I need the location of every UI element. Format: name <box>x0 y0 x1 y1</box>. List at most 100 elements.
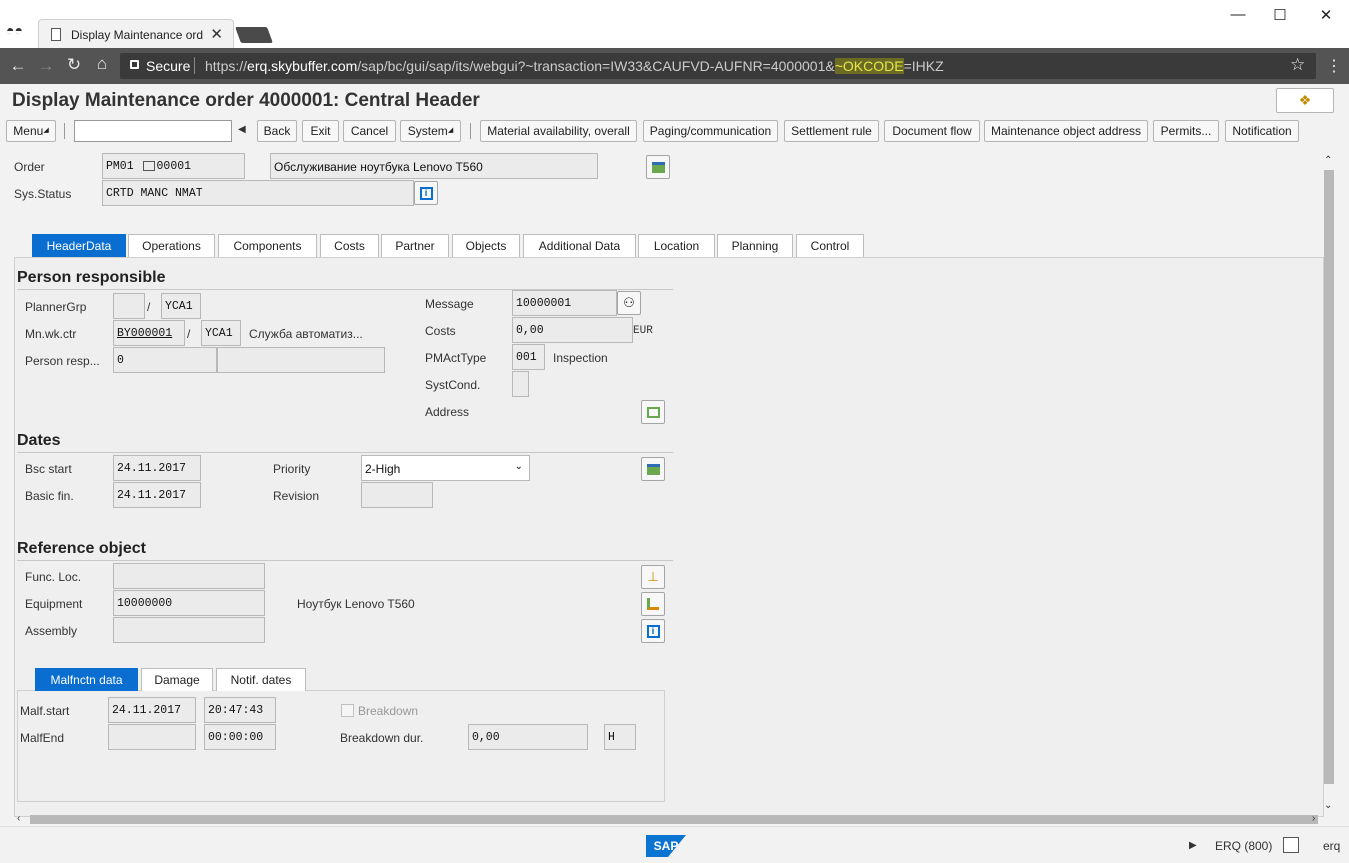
reference-object-title: Reference object <box>17 540 146 557</box>
system-info-icon[interactable] <box>1283 837 1299 853</box>
tab-damage[interactable]: Damage <box>141 668 213 691</box>
command-field[interactable] <box>74 120 232 142</box>
person-resp-name-field[interactable] <box>217 347 385 373</box>
cancel-button[interactable]: Cancel <box>343 120 396 142</box>
malf-end-date-field[interactable] <box>108 724 196 750</box>
server-name: erq <box>1323 839 1341 853</box>
tab-partner[interactable]: Partner <box>381 234 449 257</box>
tab-additional-data[interactable]: Additional Data <box>523 234 636 257</box>
paging-communication-button[interactable]: Paging/communication <box>643 120 778 142</box>
order-description[interactable]: Обслуживание ноутбука Lenovo T560 <box>270 153 598 179</box>
vertical-scrollbar[interactable] <box>1324 170 1334 784</box>
status-expand-icon[interactable]: ▶ <box>1189 840 1197 851</box>
back-arrow-icon[interactable]: ← <box>6 56 30 76</box>
material-availability-button[interactable]: Material availability, overall <box>480 120 637 142</box>
assembly-field[interactable] <box>113 617 265 643</box>
minimize-button[interactable]: — <box>1218 6 1258 26</box>
malf-start-time-field[interactable]: 20:47:43 <box>204 697 276 723</box>
breakdown-dur-field[interactable]: 0,00 <box>468 724 588 750</box>
breakdown-unit-field[interactable]: H <box>604 724 636 750</box>
scroll-right-icon[interactable]: › <box>1312 813 1315 824</box>
maintenance-object-address-button[interactable]: Maintenance object address <box>984 120 1148 142</box>
url-host: erq.skybuffer.com <box>247 58 358 74</box>
planner-plant-field[interactable]: YCA1 <box>161 293 201 319</box>
pmacttype-field[interactable]: 001 <box>512 344 545 370</box>
bsc-start-field[interactable]: 24.11.2017 <box>113 455 201 481</box>
scroll-up-icon[interactable]: ⌃ <box>1324 155 1332 166</box>
status-info-button[interactable]: i <box>414 181 438 205</box>
scroll-down-icon[interactable]: ⌄ <box>1324 800 1332 811</box>
mn-wk-ctr-description: Служба автоматиз... <box>249 327 363 341</box>
address-divider <box>194 57 195 74</box>
reload-icon[interactable]: ↻ <box>62 55 86 75</box>
new-tab-button[interactable] <box>235 27 273 43</box>
maximize-button[interactable]: ☐ <box>1260 6 1300 26</box>
basic-fin-field[interactable]: 24.11.2017 <box>113 482 201 508</box>
browser-tab[interactable]: Display Maintenance ord ✕ <box>38 19 234 48</box>
exit-button[interactable]: Exit <box>302 120 339 142</box>
mn-wk-ctr-field[interactable]: BY000001 <box>113 320 185 346</box>
help-icon: ❖ <box>1298 92 1312 108</box>
browser-menu-icon[interactable]: ⋮ <box>1326 56 1342 76</box>
equipment-field[interactable]: 10000000 <box>113 590 265 616</box>
priority-select[interactable]: 2-High ⌄ <box>361 455 530 481</box>
sys-status-field[interactable]: CRTD MANC NMAT <box>102 180 414 206</box>
home-icon[interactable]: ⌂ <box>90 54 114 74</box>
planner-grp-label: PlannerGrp <box>25 300 87 314</box>
tab-control[interactable]: Control <box>796 234 864 257</box>
help-button[interactable]: ❖ <box>1276 88 1334 113</box>
message-field[interactable]: 10000001 <box>512 290 617 316</box>
permits-button[interactable]: Permits... <box>1153 120 1219 142</box>
structure-button[interactable]: ⊥ <box>641 565 665 589</box>
tab-objects[interactable]: Objects <box>452 234 520 257</box>
forward-arrow-icon[interactable]: → <box>34 56 58 76</box>
section-rule <box>17 452 673 453</box>
malf-end-time-field[interactable]: 00:00:00 <box>204 724 276 750</box>
tab-close-icon[interactable]: ✕ <box>210 25 223 43</box>
tab-operations[interactable]: Operations <box>128 234 215 257</box>
notification-button[interactable]: Notification <box>1225 120 1299 142</box>
malf-start-date-field[interactable]: 24.11.2017 <box>108 697 196 723</box>
bookmark-star-icon[interactable]: ☆ <box>1290 55 1305 75</box>
func-loc-field[interactable] <box>113 563 265 589</box>
reference-info-button[interactable]: i <box>641 619 665 643</box>
tab-title: Display Maintenance ord <box>71 28 203 42</box>
menu-label: Menu <box>13 124 44 138</box>
revision-field[interactable] <box>361 482 433 508</box>
back-button[interactable]: Back <box>257 120 297 142</box>
tab-location[interactable]: Location <box>638 234 715 257</box>
systcond-field[interactable] <box>512 371 529 397</box>
person-responsible-title: Person responsible <box>17 269 166 286</box>
window-close-button[interactable]: ✕ <box>1306 6 1346 26</box>
tab-components[interactable]: Components <box>218 234 317 257</box>
tab-planning[interactable]: Planning <box>717 234 793 257</box>
copy-icon <box>142 160 155 171</box>
tab-costs[interactable]: Costs <box>320 234 379 257</box>
url-text[interactable]: https://erq.skybuffer.com/sap/bc/gui/sap… <box>205 58 944 74</box>
display-message-button[interactable]: ⚇ <box>617 291 641 315</box>
menu-button[interactable]: Menu◢ <box>6 120 56 142</box>
document-flow-button[interactable]: Document flow <box>884 120 980 142</box>
order-overview-button[interactable] <box>646 155 670 179</box>
settlement-rule-button[interactable]: Settlement rule <box>784 120 879 142</box>
tab-notif-dates[interactable]: Notif. dates <box>216 668 306 691</box>
assembly-label: Assembly <box>25 624 78 638</box>
command-arrow-icon[interactable]: ◀ <box>238 124 246 135</box>
person-resp-field[interactable]: 0 <box>113 347 217 373</box>
func-loc-label: Func. Loc. <box>25 570 82 584</box>
system-button[interactable]: System◢ <box>400 120 461 142</box>
costs-field[interactable]: 0,00 <box>512 317 633 343</box>
scroll-left-icon[interactable]: ‹ <box>17 813 20 824</box>
equipment-structure-button[interactable] <box>641 592 665 616</box>
person-resp-label: Person resp... <box>25 354 100 368</box>
breakdown-checkbox[interactable] <box>341 704 354 717</box>
mn-wk-ctr-plant-field[interactable]: YCA1 <box>201 320 241 346</box>
order-field[interactable]: PM01 00001 <box>102 153 245 179</box>
secure-label: Secure <box>146 58 191 74</box>
horizontal-scrollbar[interactable] <box>30 815 1318 824</box>
tab-header-data[interactable]: HeaderData <box>32 234 126 257</box>
tab-malfunction-data[interactable]: Malfnctn data <box>35 668 138 691</box>
address-button[interactable] <box>641 400 665 424</box>
dates-overview-button[interactable] <box>641 457 665 481</box>
planner-grp-field[interactable] <box>113 293 145 319</box>
